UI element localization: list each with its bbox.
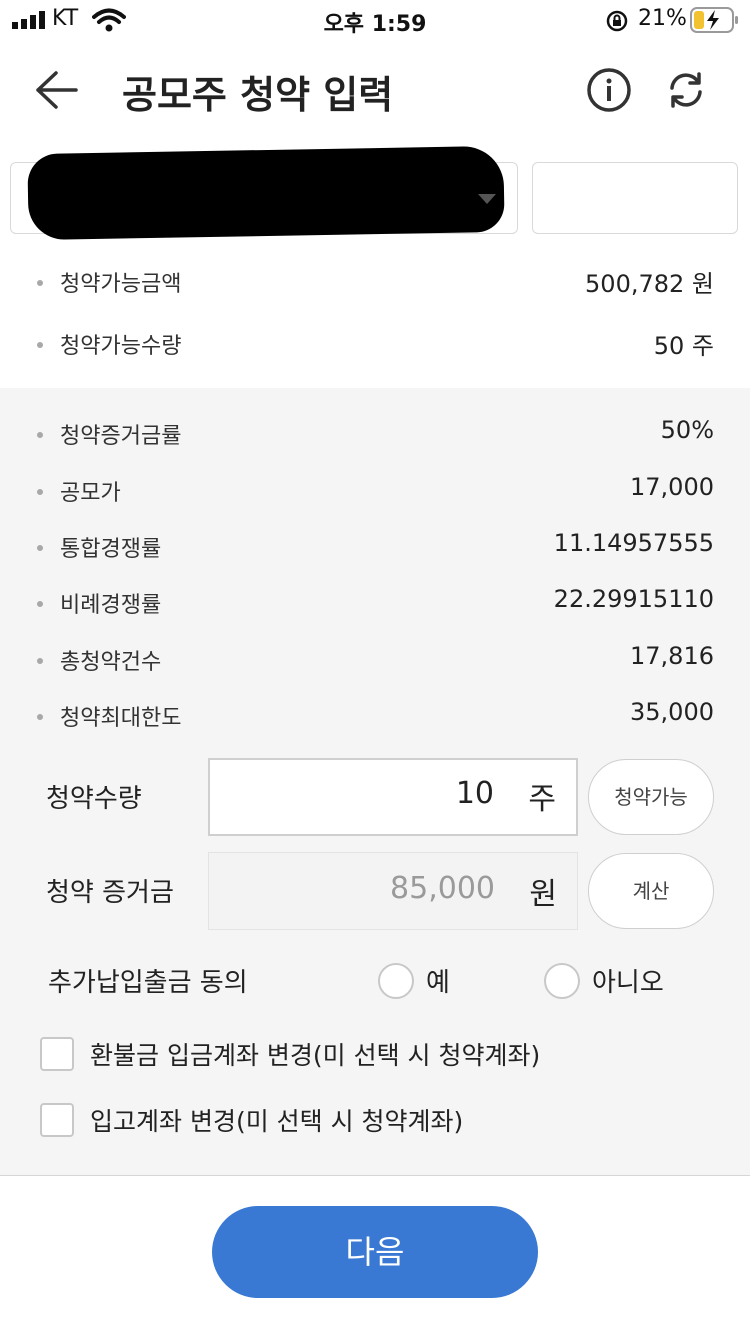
page-title: 공모주 청약 입력 xyxy=(122,73,394,117)
info-row-total-competition: 통합경쟁률 11.14957555 xyxy=(0,527,750,567)
rotation-lock-icon xyxy=(606,10,628,32)
info-row-available-amount: 청약가능금액 500,782 원 xyxy=(0,262,750,302)
stock-account-checkbox[interactable] xyxy=(40,1103,74,1137)
qty-unit: 주 xyxy=(528,782,556,817)
bullet-icon xyxy=(37,342,43,348)
chevron-down-icon[interactable] xyxy=(478,194,496,204)
info-label: 청약증거금률 xyxy=(60,424,182,449)
stock-account-label[interactable]: 입고계좌 변경(미 선택 시 청약계좌) xyxy=(90,1102,463,1138)
consent-label: 추가납입출금 동의 xyxy=(48,968,248,998)
back-arrow-icon[interactable] xyxy=(34,70,78,110)
deposit-unit: 원 xyxy=(529,877,557,912)
refresh-icon[interactable] xyxy=(664,68,708,112)
info-row-max-limit: 청약최대한도 35,000 xyxy=(0,696,750,736)
info-value: 22.29915110 xyxy=(553,585,714,613)
info-label: 통합경쟁률 xyxy=(60,537,162,562)
bullet-icon xyxy=(37,489,43,495)
consent-no-radio[interactable] xyxy=(544,963,580,999)
info-value: 11.14957555 xyxy=(553,529,714,557)
bullet-icon xyxy=(37,432,43,438)
info-row-available-qty: 청약가능수량 50 주 xyxy=(0,324,750,364)
bullet-icon xyxy=(37,545,43,551)
calculate-button[interactable]: 계산 xyxy=(588,853,714,929)
info-label: 청약가능수량 xyxy=(60,334,182,359)
deposit-label: 청약 증거금 xyxy=(46,878,174,908)
refund-account-label[interactable]: 환불금 입금계좌 변경(미 선택 시 청약계좌) xyxy=(90,1036,540,1072)
check-available-button[interactable]: 청약가능 xyxy=(588,759,714,835)
info-value: 50 주 xyxy=(653,332,714,360)
info-row-offer-price: 공모가 17,000 xyxy=(0,471,750,511)
consent-no-label[interactable]: 아니오 xyxy=(592,962,664,999)
info-value: 17,000 xyxy=(630,473,714,501)
bullet-icon xyxy=(37,280,43,286)
info-label: 청약최대한도 xyxy=(60,706,182,731)
bullet-icon xyxy=(37,714,43,720)
info-label: 비례경쟁률 xyxy=(60,593,162,618)
info-value: 50% xyxy=(660,416,714,444)
bullet-icon xyxy=(37,601,43,607)
divider xyxy=(0,1175,750,1176)
password-field[interactable] xyxy=(532,162,738,234)
battery-percent: 21% xyxy=(638,6,687,31)
info-row-proportional-competition: 비례경쟁률 22.29915110 xyxy=(0,583,750,623)
info-label: 공모가 xyxy=(60,481,121,506)
info-value: 17,816 xyxy=(630,642,714,670)
info-icon[interactable] xyxy=(586,67,632,113)
qty-label: 청약수량 xyxy=(46,784,142,814)
info-label: 총청약건수 xyxy=(60,650,162,675)
qty-value: 10 xyxy=(455,776,494,811)
info-value: 500,782 원 xyxy=(585,270,714,298)
redaction-mark xyxy=(27,145,505,241)
consent-yes-radio[interactable] xyxy=(378,963,414,999)
deposit-value: 85,000 xyxy=(390,871,495,906)
info-value: 35,000 xyxy=(630,698,714,726)
status-bar: KT 오후 1:59 21% xyxy=(0,0,750,40)
deposit-field: 85,000 원 xyxy=(208,852,578,930)
info-label: 청약가능금액 xyxy=(60,272,182,297)
bullet-icon xyxy=(37,658,43,664)
info-row-margin-rate: 청약증거금률 50% xyxy=(0,414,750,454)
refund-account-checkbox[interactable] xyxy=(40,1037,74,1071)
qty-input[interactable]: 10 주 xyxy=(208,758,578,836)
battery-icon xyxy=(690,7,738,33)
consent-yes-label[interactable]: 예 xyxy=(426,962,450,999)
info-row-total-applications: 총청약건수 17,816 xyxy=(0,640,750,680)
next-button[interactable]: 다음 xyxy=(212,1206,538,1298)
